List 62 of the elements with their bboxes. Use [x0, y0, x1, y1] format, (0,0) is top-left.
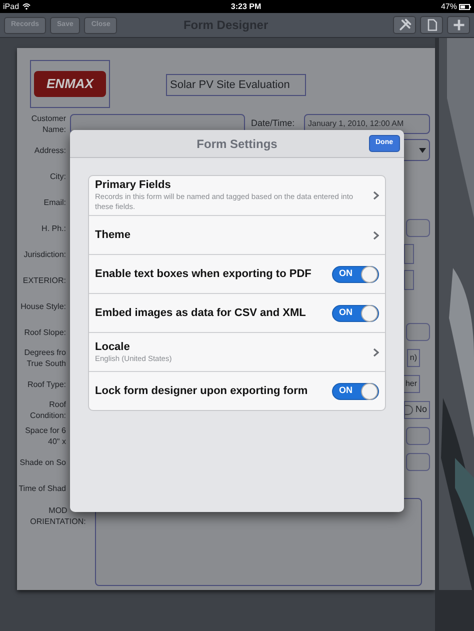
- field-label: Roof Slope:: [23, 326, 66, 338]
- option-button[interactable]: n): [406, 349, 420, 367]
- dialog-title: Form Settings: [196, 136, 278, 152]
- radio-label: No: [415, 403, 427, 416]
- field-label: Jurisdiction:: [22, 248, 66, 260]
- switch-label: ON: [339, 267, 352, 280]
- toggle-switch[interactable]: ON: [332, 266, 379, 282]
- setting-title: Primary Fields: [95, 179, 172, 192]
- field-label: MOD ORIENTATION:: [29, 505, 87, 528]
- toggle-switch[interactable]: ON: [332, 304, 379, 322]
- field-label: Date/Time:: [251, 117, 295, 130]
- field-label: Roof Type:: [26, 378, 66, 390]
- input-field[interactable]: [406, 323, 430, 341]
- field-label: Customer Name:: [30, 113, 66, 135]
- wifi-icon: [22, 3, 32, 10]
- clock-time: 3:23 PM: [230, 0, 262, 12]
- logo: ENMAX: [34, 71, 106, 97]
- switch-knob: [361, 382, 378, 400]
- input-field[interactable]: [404, 270, 414, 290]
- input-field[interactable]: [406, 427, 430, 445]
- settings-row[interactable]: Lock form designer upon exporting form ON: [89, 371, 385, 410]
- field-label: EXTERIOR:: [22, 274, 66, 286]
- toolbar-icon-button[interactable]: [393, 16, 416, 34]
- switch-knob: [361, 266, 378, 282]
- switch-label: ON: [339, 306, 352, 320]
- field-label: Shade on So: [18, 456, 66, 468]
- settings-row[interactable]: Enable text boxes when exporting to PDF ON: [89, 254, 385, 293]
- setting-title: Enable text boxes when exporting to PDF: [95, 268, 312, 280]
- toolbar-icon-button[interactable]: [447, 16, 470, 34]
- field-label: House Style:: [20, 300, 66, 312]
- battery-percent: 47%: [440, 0, 457, 12]
- chevron-right-icon: [373, 230, 379, 240]
- switch-label: ON: [339, 384, 352, 398]
- battery-icon: [458, 4, 471, 10]
- chevron-right-icon: [373, 348, 379, 356]
- caret-icon: [419, 148, 426, 152]
- field-label: Email:: [42, 196, 66, 208]
- setting-title: Embed images as data for CSV and XML: [95, 306, 307, 320]
- switch-knob: [361, 304, 378, 322]
- toggle-switch[interactable]: ON: [332, 382, 379, 400]
- setting-title: Theme: [95, 228, 132, 242]
- field-label: City:: [49, 170, 66, 182]
- field-label: Address:: [33, 144, 66, 156]
- chevron-right-icon: [373, 191, 379, 200]
- field-label: H. Ph.:: [40, 222, 66, 234]
- input-field[interactable]: [406, 453, 430, 471]
- field-label: Time of Shad: [18, 482, 66, 494]
- field-label: Space for 6 40" x: [24, 425, 66, 447]
- field-label: Degrees fro True South: [23, 347, 66, 369]
- settings-row[interactable]: Embed images as data for CSV and XML ON: [89, 293, 385, 332]
- setting-title: Lock form designer upon exporting form: [95, 384, 309, 398]
- input-field[interactable]: [404, 244, 414, 264]
- setting-title: Locale: [95, 340, 131, 354]
- field-label: Roof Condition:: [28, 399, 66, 421]
- tools-icon: [398, 18, 412, 32]
- plus-icon: [452, 18, 466, 32]
- input-field[interactable]: [406, 219, 430, 237]
- settings-row[interactable]: Theme: [89, 215, 385, 254]
- form-title: Solar PV Site Evaluation: [166, 74, 306, 96]
- device-name: iPad: [3, 0, 20, 12]
- toolbar-icon-button[interactable]: [420, 16, 443, 34]
- radio-button[interactable]: [405, 405, 414, 415]
